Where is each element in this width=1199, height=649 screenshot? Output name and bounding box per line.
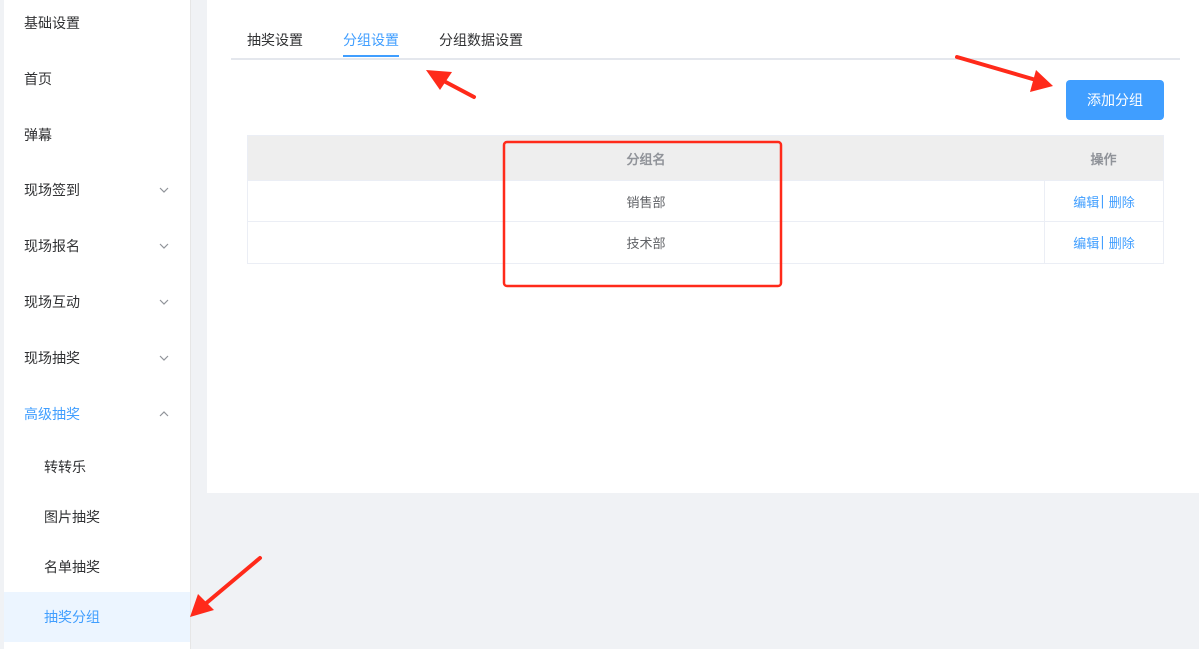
chevron-down-icon [159, 355, 169, 361]
annotation-arrow-sidebar [190, 556, 262, 617]
add-group-button[interactable]: 添加分组 [1066, 80, 1164, 120]
action-separator: | [1100, 235, 1105, 250]
table-row: 技术部 编辑 | 删除 [248, 222, 1163, 263]
tab-group-settings[interactable]: 分组设置 [343, 30, 399, 50]
sidebar-item-label: 高级抽奖 [24, 407, 80, 423]
tab-bar: 抽奖设置 分组设置 分组数据设置 [231, 0, 1180, 60]
column-header-actions: 操作 [1090, 152, 1117, 168]
tab-lottery-settings[interactable]: 抽奖设置 [247, 30, 303, 50]
sidebar-item-label: 弹幕 [24, 128, 52, 144]
chevron-down-icon [159, 243, 169, 249]
sidebar: 基础设置 首页 弹幕 现场签到 现场报名 现场互动 现场抽奖 高级抽奖 转转乐 … [4, 0, 191, 649]
delete-link[interactable]: 删除 [1109, 192, 1135, 211]
actions-cell: 编辑 | 删除 [1044, 222, 1163, 263]
active-tab-indicator [343, 55, 399, 57]
table-row: 销售部 编辑 | 删除 [248, 181, 1163, 222]
action-separator: | [1100, 193, 1105, 209]
sidebar-item-label: 现场互动 [24, 295, 80, 311]
sidebar-item-danmaku[interactable]: 弹幕 [4, 107, 190, 163]
sidebar-subitem-list-lottery[interactable]: 名单抽奖 [4, 542, 190, 592]
sidebar-item-label: 现场签到 [24, 183, 80, 199]
sidebar-subitem-lottery-groups[interactable]: 抽奖分组 [4, 592, 190, 642]
sidebar-item-home[interactable]: 首页 [4, 51, 190, 107]
chevron-down-icon [159, 299, 169, 305]
sidebar-item-advanced-lottery[interactable]: 高级抽奖 [4, 386, 190, 442]
delete-link[interactable]: 删除 [1109, 233, 1135, 252]
sidebar-item-basic-settings[interactable]: 基础设置 [4, 0, 190, 51]
sidebar-subitem-spin-wheel[interactable]: 转转乐 [4, 442, 190, 492]
main-panel: 抽奖设置 分组设置 分组数据设置 添加分组 分组名 操作 销售部 编辑 | 删除 技… [207, 0, 1199, 493]
sidebar-item-label: 现场抽奖 [24, 351, 80, 367]
table-header-row: 分组名 操作 [248, 136, 1163, 181]
sidebar-subitem-label: 转转乐 [44, 460, 86, 476]
sidebar-subitem-image-lottery[interactable]: 图片抽奖 [4, 492, 190, 542]
sidebar-subitem-label: 名单抽奖 [44, 560, 100, 576]
edit-link[interactable]: 编辑 [1073, 192, 1099, 211]
sidebar-subitem-label: 抽奖分组 [44, 610, 100, 626]
column-header-group-name: 分组名 [626, 152, 666, 168]
group-name-cell: 销售部 [626, 195, 666, 211]
chevron-down-icon [159, 187, 169, 193]
sidebar-item-label: 基础设置 [24, 16, 80, 32]
tab-group-data-settings[interactable]: 分组数据设置 [439, 30, 523, 50]
sidebar-item-lottery[interactable]: 现场抽奖 [4, 330, 190, 386]
actions-cell: 编辑 | 删除 [1044, 181, 1163, 221]
group-table: 分组名 操作 销售部 编辑 | 删除 技术部 编辑 | 删除 [247, 135, 1164, 264]
sidebar-item-registration[interactable]: 现场报名 [4, 218, 190, 274]
chevron-up-icon [159, 411, 169, 417]
sidebar-item-label: 首页 [24, 72, 52, 88]
sidebar-subitem-label: 图片抽奖 [44, 510, 100, 526]
group-name-cell: 技术部 [626, 237, 666, 252]
sidebar-item-checkin[interactable]: 现场签到 [4, 162, 190, 218]
sidebar-item-label: 现场报名 [24, 239, 80, 255]
edit-link[interactable]: 编辑 [1073, 233, 1099, 252]
sidebar-item-interaction[interactable]: 现场互动 [4, 274, 190, 330]
